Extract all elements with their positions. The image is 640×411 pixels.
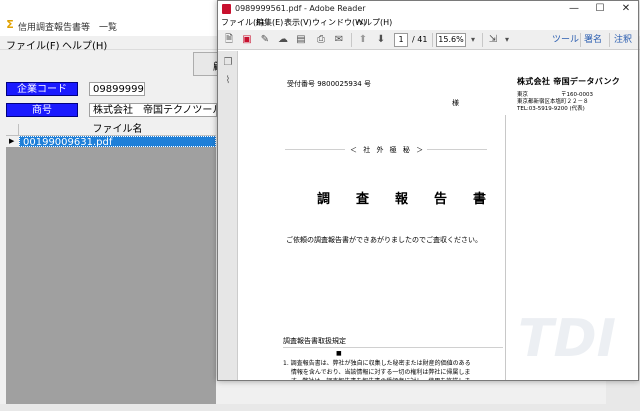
save-icon[interactable]: ▤ [294, 33, 308, 47]
toolbar-divider [351, 33, 352, 47]
adobe-reader-window: 0989999561.pdf - Adobe Reader — ☐ ✕ ファイル… [217, 0, 639, 381]
reader-titlebar: 0989999561.pdf - Adobe Reader — ☐ ✕ [218, 1, 638, 17]
divider-left [285, 149, 345, 150]
navigation-panel: ❐ ⌇ [218, 51, 238, 380]
edit-icon[interactable]: ✎ [258, 33, 272, 47]
comment-pane-button[interactable]: 注釈 [614, 34, 632, 46]
toolbar-divider [482, 33, 483, 47]
pdf-file-icon [222, 4, 231, 14]
table-row[interactable]: 00199009631.pdf [19, 136, 216, 148]
window-edge [606, 380, 640, 404]
email-icon[interactable]: ✉ [332, 33, 346, 47]
pdf-export-icon[interactable]: ▣ [240, 33, 254, 47]
page-number-input[interactable]: 1 [394, 33, 408, 47]
report-intro-text: ご依頼の調査報告書ができあがりましたのでご査収ください。 [286, 236, 482, 244]
toolbar-divider [580, 33, 581, 47]
sigma-app-icon: Σ [6, 18, 14, 31]
tools-pane-button[interactable]: ツール [552, 34, 579, 46]
attachments-icon[interactable]: ⌇ [222, 75, 234, 87]
page-total: / 41 [412, 35, 428, 44]
reader-menubar: ファイル(F) 編集(E) 表示(V) ウィンドウ(W) ヘルプ(H) [218, 17, 638, 30]
reader-menu-help[interactable]: ヘルプ(H) [356, 17, 392, 29]
page-up-icon[interactable]: ⬆ [356, 33, 370, 47]
menu-help[interactable]: ヘルプ(H) [62, 37, 107, 52]
reader-toolbar: 🗎 ▣ ✎ ☁ ▤ ⎙ ✉ ⬆ ⬇ 1 / 41 15.6% ▾ ⇲ ▾ ツール… [218, 30, 638, 50]
toolbar-divider [432, 33, 433, 47]
divider-right [427, 149, 487, 150]
grid-corner [6, 124, 19, 136]
reader-menu-edit[interactable]: 編集(E) [256, 17, 283, 29]
toolbar-divider [609, 33, 610, 47]
row-pointer-icon: ▶ [6, 136, 19, 147]
zoom-dropdown-icon[interactable]: ▾ [466, 33, 480, 47]
company-name-label: 商号 [6, 103, 78, 117]
issuer-company: 株式会社 帝国データバンク [517, 77, 621, 86]
addressee-honorific: 様 [452, 99, 459, 107]
cloud-icon[interactable]: ☁ [276, 33, 290, 47]
page-down-icon[interactable]: ⬇ [374, 33, 388, 47]
company-code-field[interactable]: 0989999956 [89, 82, 145, 96]
rule-item-1: 1. 調査報告書は、弊社が独自に収集した秘密または財産的価値のある 情報を含んで… [283, 360, 471, 380]
receipt-number: 受付番号 9800025934 号 [287, 80, 371, 88]
document-view[interactable]: TDI 受付番号 9800025934 号 株式会社 帝国データバンク 様 東京… [239, 51, 638, 380]
report-list-title: 信用調査報告書等 一覧 [18, 23, 118, 33]
status-strip [0, 404, 640, 411]
sign-pane-button[interactable]: 署名 [584, 34, 602, 46]
menu-file[interactable]: ファイル(F) [6, 37, 60, 52]
company-watermark: TDI [518, 309, 616, 369]
company-code-label: 企業コード [6, 82, 78, 96]
rules-heading: 調査報告書取扱規定 [283, 337, 346, 345]
file-grid: ファイル名 ▶ 00199009631.pdf [6, 124, 216, 404]
confidential-mark: ＜ 社 外 極 秘 ＞ [350, 146, 426, 154]
bullet-mark: ■ [336, 350, 342, 357]
report-title: 調査報告書 [317, 192, 513, 207]
grid-column-header-filename[interactable]: ファイル名 [19, 124, 216, 136]
maximize-icon[interactable]: ☐ [588, 2, 612, 16]
zoom-input[interactable]: 15.6% [436, 33, 466, 47]
print-icon[interactable]: ⎙ [314, 33, 328, 47]
reader-menu-view[interactable]: 表示(V) [284, 17, 312, 29]
reader-title: 0989999561.pdf - Adobe Reader [235, 4, 366, 13]
column-divider [505, 115, 506, 380]
rules-underline [283, 347, 503, 348]
page-thumbnails-icon[interactable]: ❐ [222, 57, 234, 69]
issuer-address: 東京 〒160-0003 東京都新宿区本塩町２２－８ TEL:03-5919-9… [517, 92, 593, 112]
company-name-field[interactable]: 株式会社 帝国テクノツール [89, 103, 217, 117]
create-pdf-icon[interactable]: 🗎 [222, 33, 236, 47]
close-icon[interactable]: ✕ [614, 2, 638, 16]
select-tool-icon[interactable]: ⇲ [486, 33, 500, 47]
select-dropdown-icon[interactable]: ▾ [500, 33, 514, 47]
minimize-icon[interactable]: — [562, 2, 586, 16]
